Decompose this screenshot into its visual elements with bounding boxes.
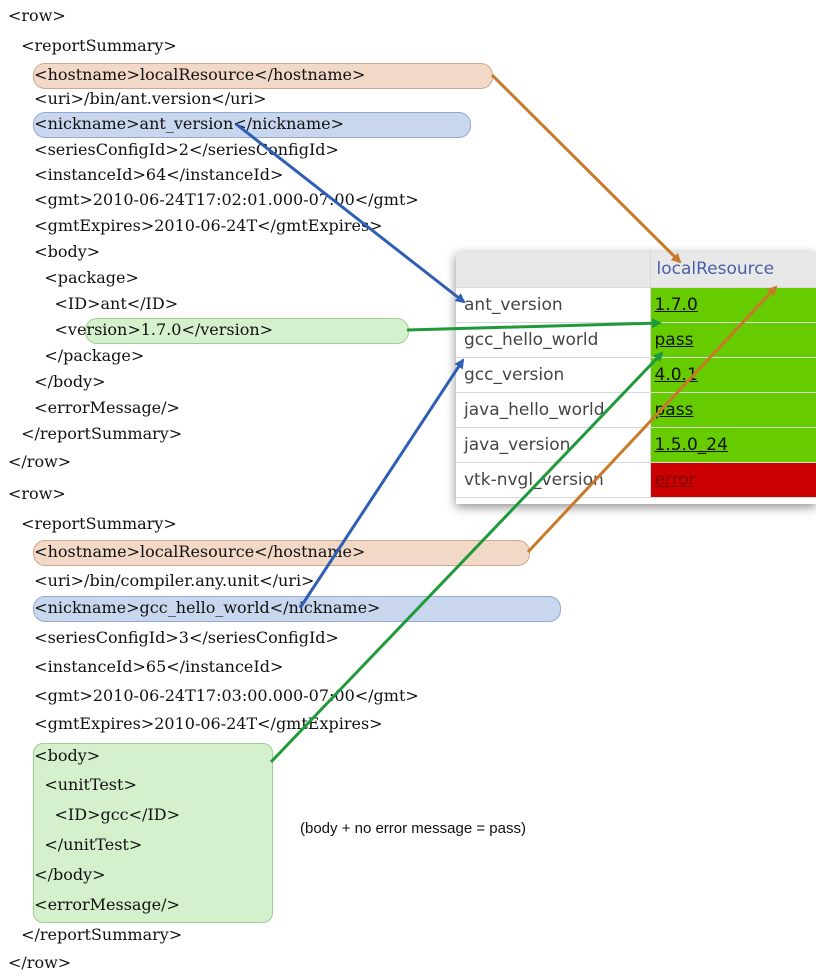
- xml-line: <seriesConfigId>2</seriesConfigId>: [24, 140, 339, 159]
- report-table-panel: localResource ant_version 1.7.0 gcc_hell…: [456, 252, 816, 504]
- xml-line: <reportSummary>: [16, 514, 177, 533]
- xml-line: <version>1.7.0</version>: [24, 320, 274, 339]
- xml-line: <body>: [24, 746, 101, 765]
- xml-line: <uri>/bin/compiler.any.unit</uri>: [24, 571, 315, 590]
- pass-rule-note: (body + no error message = pass): [300, 820, 526, 837]
- xml-line: </row>: [8, 452, 72, 471]
- row-name: java_hello_world: [456, 392, 651, 428]
- status-cell[interactable]: 1.7.0: [650, 287, 816, 323]
- status-link[interactable]: pass: [655, 400, 694, 420]
- status-cell[interactable]: 1.5.0_24: [650, 427, 816, 463]
- header-blank-cell: [456, 252, 651, 288]
- status-link[interactable]: 1.7.0: [655, 295, 698, 315]
- xml-line: <nickname>ant_version</nickname>: [24, 114, 345, 133]
- xml-line: <gmt>2010-06-24T17:02:01.000-07:00</gmt>: [24, 190, 419, 209]
- xml-line: <body>: [24, 242, 101, 261]
- xml-line: </unitTest>: [24, 835, 143, 854]
- row-name: gcc_hello_world: [456, 322, 651, 358]
- status-cell[interactable]: error: [650, 462, 816, 498]
- row-name: ant_version: [456, 287, 651, 323]
- xml-line: <gmtExpires>2010-06-24T</gmtExpires>: [24, 714, 383, 733]
- xml-line: </row>: [8, 953, 72, 972]
- xml-line: <hostname>localResource</hostname>: [24, 65, 366, 84]
- table-row: ant_version 1.7.0: [456, 287, 816, 323]
- xml-line: <package>: [24, 268, 139, 287]
- xml-line: <uri>/bin/ant.version</uri>: [24, 89, 267, 108]
- status-link[interactable]: 4.0.1: [655, 365, 698, 385]
- xml-line: <seriesConfigId>3</seriesConfigId>: [24, 628, 339, 647]
- xml-line: </reportSummary>: [16, 424, 183, 443]
- table-header-row: localResource: [456, 252, 816, 288]
- xml-line: </package>: [24, 346, 145, 365]
- row-name: gcc_version: [456, 357, 651, 393]
- xml-line: </body>: [24, 372, 106, 391]
- xml-line: <instanceId>64</instanceId>: [24, 165, 284, 184]
- status-cell[interactable]: pass: [650, 322, 816, 358]
- xml-line: <nickname>gcc_hello_world</nickname>: [24, 598, 381, 617]
- table-row: gcc_version 4.0.1: [456, 357, 816, 393]
- status-link[interactable]: error: [655, 470, 696, 490]
- row-name: vtk-nvgl_version: [456, 462, 651, 498]
- status-cell[interactable]: 4.0.1: [650, 357, 816, 393]
- xml-line: <hostname>localResource</hostname>: [24, 542, 366, 561]
- xml-line: <reportSummary>: [16, 36, 177, 55]
- table-row: java_version 1.5.0_24: [456, 427, 816, 463]
- xml-line: <ID>ant</ID>: [24, 294, 179, 313]
- status-cell[interactable]: pass: [650, 392, 816, 428]
- xml-line: <gmtExpires>2010-06-24T</gmtExpires>: [24, 216, 383, 235]
- table-row: gcc_hello_world pass: [456, 322, 816, 358]
- xml-line: <row>: [8, 6, 66, 25]
- xml-line: </reportSummary>: [16, 925, 183, 944]
- status-link[interactable]: 1.5.0_24: [655, 435, 728, 455]
- xml-line: </body>: [24, 865, 106, 884]
- column-header-resource[interactable]: localResource: [650, 252, 816, 288]
- xml-line: <unitTest>: [24, 775, 137, 794]
- table-row: java_hello_world pass: [456, 392, 816, 428]
- row-name: java_version: [456, 427, 651, 463]
- xml-line: <instanceId>65</instanceId>: [24, 657, 284, 676]
- xml-line: <gmt>2010-06-24T17:03:00.000-07:00</gmt>: [24, 686, 419, 705]
- status-link[interactable]: pass: [655, 330, 694, 350]
- report-table: localResource ant_version 1.7.0 gcc_hell…: [456, 252, 816, 498]
- xml-line: <ID>gcc</ID>: [24, 805, 180, 824]
- xml-line: <errorMessage/>: [24, 398, 180, 417]
- xml-line: <row>: [8, 484, 66, 503]
- xml-line: <errorMessage/>: [24, 895, 180, 914]
- table-row: vtk-nvgl_version error: [456, 462, 816, 498]
